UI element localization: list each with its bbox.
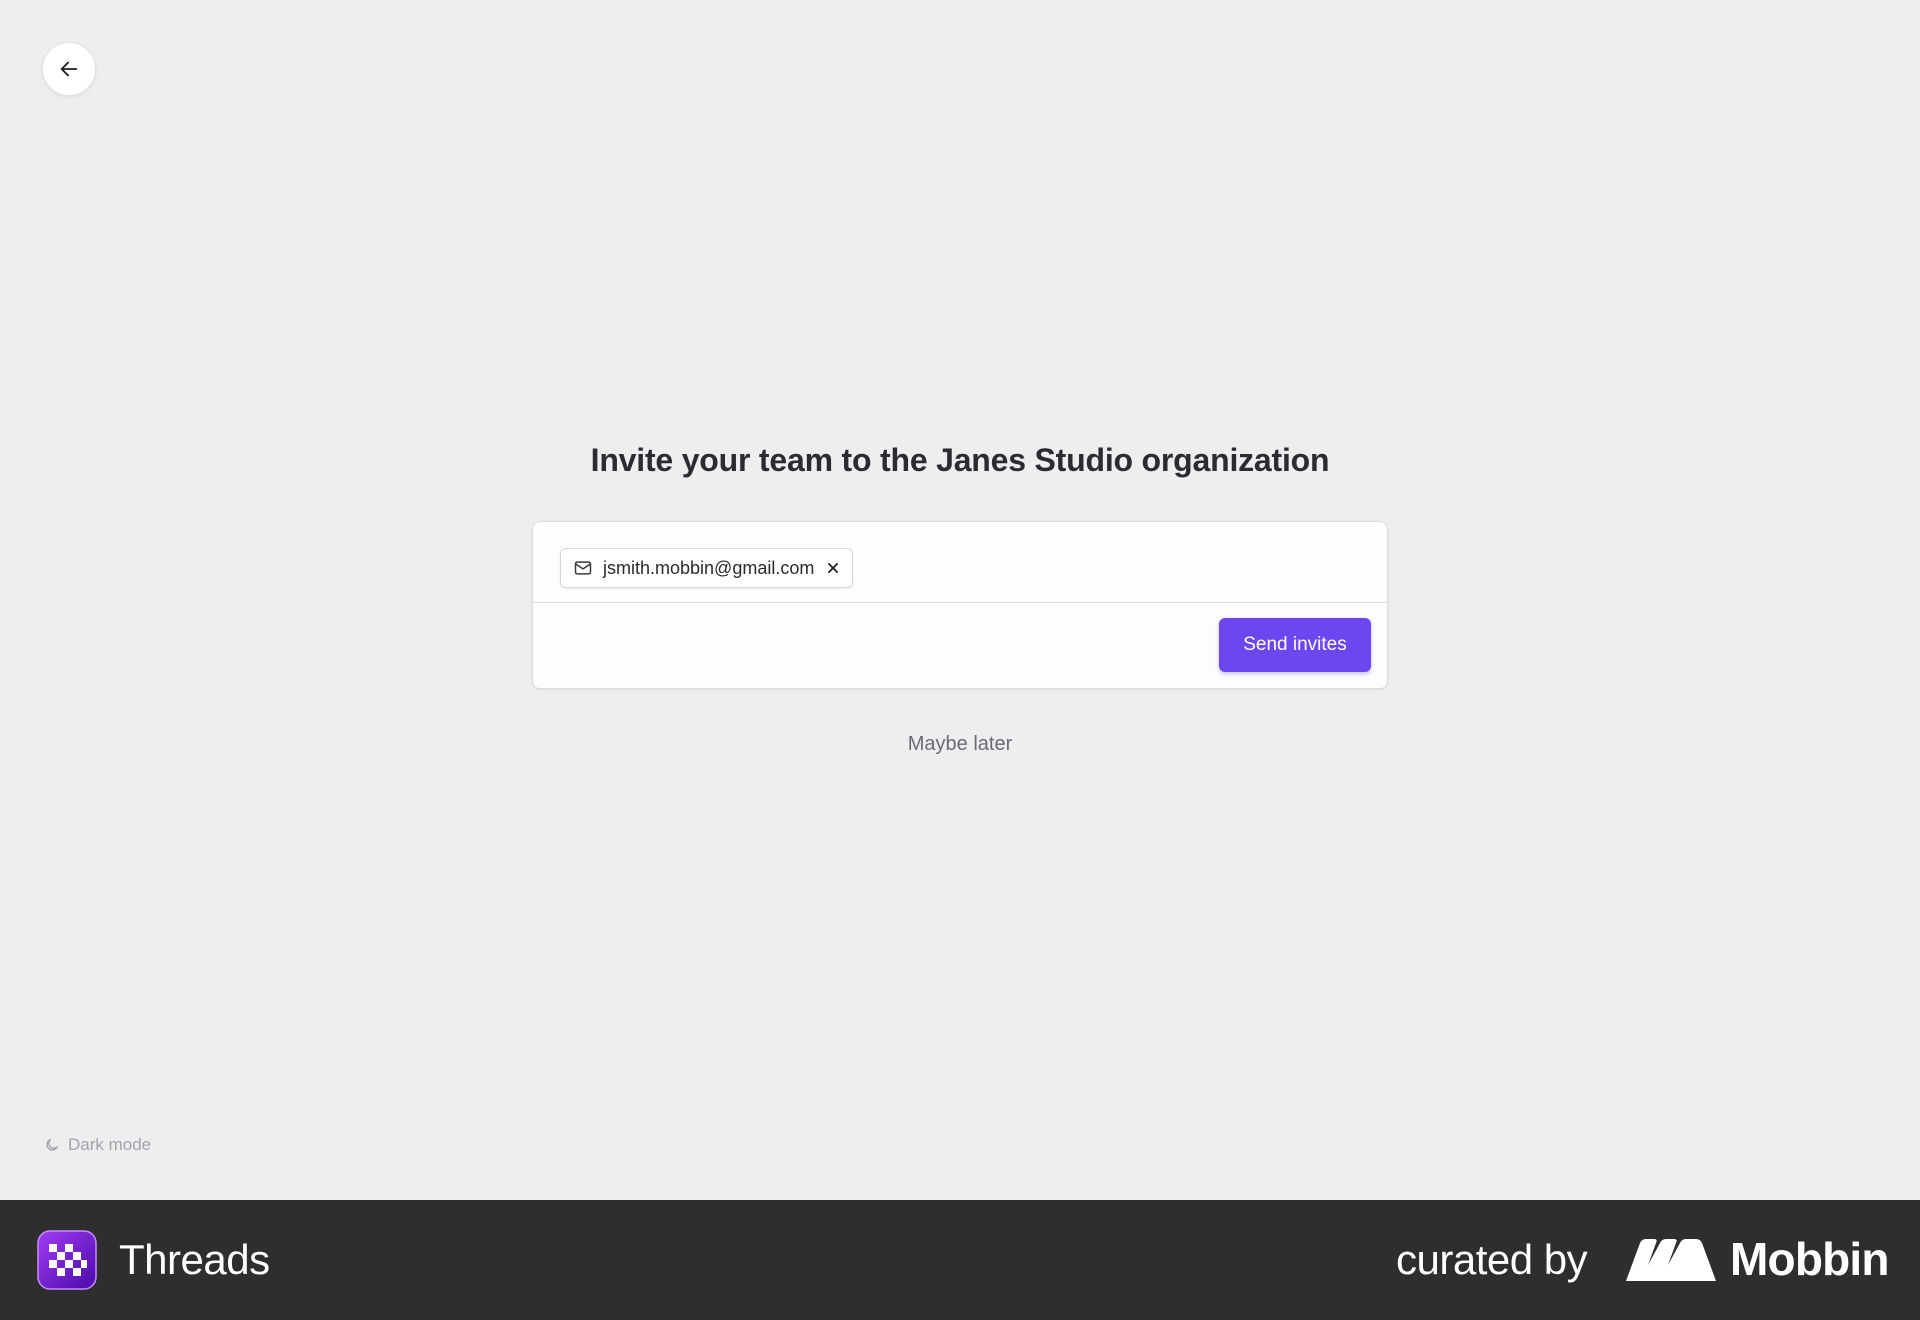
invite-screen: Invite your team to the Janes Studio org… [0, 0, 1920, 1200]
mobbin-logo-icon [1626, 1239, 1716, 1281]
invite-card: jsmith.mobbin@gmail.com Send invites [532, 521, 1388, 689]
send-invites-button[interactable]: Send invites [1219, 618, 1371, 672]
skip-row: Maybe later [0, 733, 1920, 756]
maybe-later-link[interactable]: Maybe later [908, 733, 1013, 755]
dark-mode-label: Dark mode [68, 1135, 152, 1154]
remove-email-button[interactable] [824, 559, 842, 577]
email-chip: jsmith.mobbin@gmail.com [560, 548, 854, 588]
back-button[interactable] [42, 42, 96, 96]
dark-mode-toggle[interactable]: Dark mode [44, 1135, 151, 1155]
email-chip-label: jsmith.mobbin@gmail.com [603, 557, 815, 578]
mobbin-brand: Mobbin [1730, 1233, 1890, 1285]
mail-icon [574, 561, 592, 575]
arrow-left-icon [60, 61, 78, 77]
curated-by-label: curated by [1396, 1236, 1588, 1283]
page-title: Invite your team to the Janes Studio org… [590, 442, 1330, 478]
moon-icon [46, 1139, 58, 1151]
app-name: Threads [119, 1236, 270, 1283]
threads-app-logo [37, 1230, 97, 1290]
close-icon [828, 563, 839, 573]
email-input-area[interactable]: jsmith.mobbin@gmail.com [533, 522, 1387, 603]
footer-bar: Threads curated by Mobbin [0, 1200, 1920, 1320]
